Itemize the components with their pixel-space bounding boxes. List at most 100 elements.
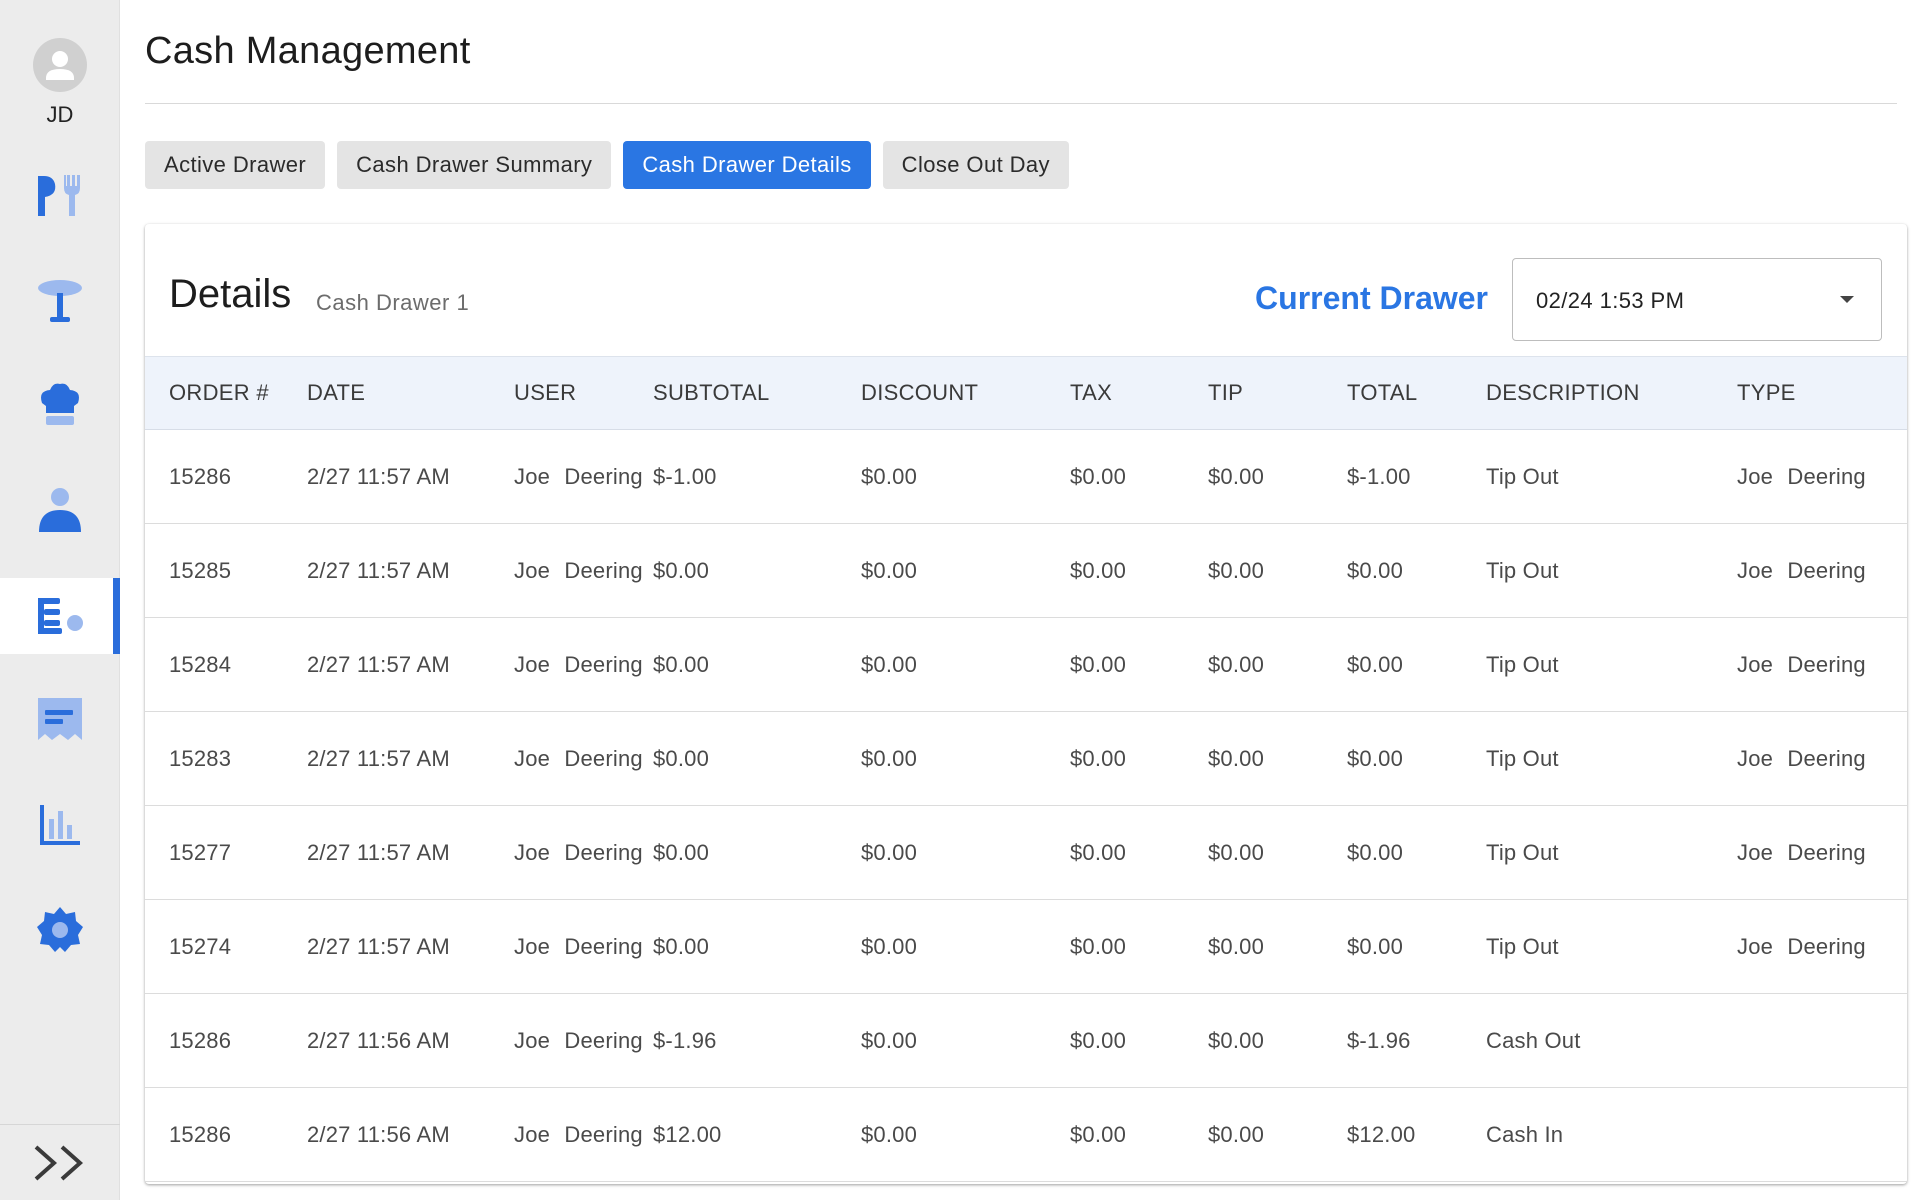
column-header-tip[interactable]: TIP bbox=[1184, 357, 1323, 430]
drawer-select-value: 02/24 1:53 PM bbox=[1536, 288, 1685, 313]
tab-cash-drawer-summary[interactable]: Cash Drawer Summary bbox=[337, 141, 612, 189]
cell-date: 2/27 11:57 AM bbox=[307, 651, 450, 677]
cell-discount: $0.00 bbox=[861, 745, 918, 771]
table-row[interactable]: 15283 2/27 11:57 AM Joe Deering $0.00 $0… bbox=[145, 712, 1907, 806]
cell-user: Joe Deering bbox=[514, 745, 643, 771]
sidebar-item-orders[interactable] bbox=[0, 682, 120, 758]
tab-active-drawer[interactable]: Active Drawer bbox=[145, 141, 326, 189]
tab-cash-drawer-details[interactable]: Cash Drawer Details bbox=[623, 141, 871, 189]
column-header-user[interactable]: USER bbox=[490, 357, 629, 430]
column-header-discount[interactable]: DISCOUNT bbox=[837, 357, 1046, 430]
cell-description: Tip Out bbox=[1486, 933, 1559, 959]
cell-subtotal: $0.00 bbox=[653, 933, 710, 959]
table-header-row: ORDER # DATE USER SUBTOTAL DISCOUNT TAX … bbox=[145, 356, 1907, 430]
utensils-icon bbox=[38, 175, 80, 216]
cell-total: $-1.00 bbox=[1347, 463, 1411, 489]
sidebar-item-cash-management[interactable] bbox=[0, 578, 120, 654]
column-header-order[interactable]: ORDER # bbox=[145, 357, 283, 430]
table-row[interactable]: 15277 2/27 11:57 AM Joe Deering $0.00 $0… bbox=[145, 806, 1907, 900]
cell-total: $12.00 bbox=[1347, 1121, 1416, 1147]
cell-total: $0.00 bbox=[1347, 933, 1404, 959]
cell-type: Joe Deering bbox=[1737, 651, 1866, 677]
cell-order: 15286 bbox=[169, 1121, 232, 1147]
cell-date: 2/27 11:56 AM bbox=[307, 1121, 450, 1147]
column-header-tax[interactable]: TAX bbox=[1046, 357, 1184, 430]
cell-order: 15283 bbox=[169, 745, 232, 771]
cell-tax: $0.00 bbox=[1070, 1027, 1127, 1053]
sidebar-expand-button[interactable] bbox=[0, 1124, 120, 1200]
cell-total: $0.00 bbox=[1347, 557, 1404, 583]
cell-tax: $0.00 bbox=[1070, 745, 1127, 771]
cell-order: 15285 bbox=[169, 557, 232, 583]
user-profile[interactable]: JD bbox=[0, 38, 120, 128]
sidebar-item-kitchen[interactable] bbox=[0, 367, 120, 443]
cell-order: 15286 bbox=[169, 1027, 232, 1053]
drawer-select[interactable]: 02/24 1:53 PM bbox=[1512, 258, 1882, 341]
table-row[interactable]: 15284 2/27 11:57 AM Joe Deering $0.00 $0… bbox=[145, 618, 1907, 712]
cell-type: Joe Deering bbox=[1737, 745, 1866, 771]
cell-type: Joe Deering bbox=[1737, 463, 1866, 489]
gear-icon bbox=[37, 907, 83, 952]
cell-date: 2/27 11:57 AM bbox=[307, 745, 450, 771]
cell-discount: $0.00 bbox=[861, 839, 918, 865]
cell-user: Joe Deering bbox=[514, 557, 643, 583]
cell-description: Tip Out bbox=[1486, 745, 1559, 771]
cell-type: Joe Deering bbox=[1737, 557, 1866, 583]
column-header-subtotal[interactable]: SUBTOTAL bbox=[629, 357, 837, 430]
cell-date: 2/27 11:57 AM bbox=[307, 839, 450, 865]
cell-type bbox=[1713, 1088, 1907, 1182]
avatar-icon bbox=[33, 38, 87, 92]
cell-subtotal: $0.00 bbox=[653, 745, 710, 771]
cell-tax: $0.00 bbox=[1070, 557, 1127, 583]
table-row[interactable]: 15285 2/27 11:57 AM Joe Deering $0.00 $0… bbox=[145, 524, 1907, 618]
cell-type bbox=[1713, 994, 1907, 1088]
cell-subtotal: $0.00 bbox=[653, 557, 710, 583]
cell-tip: $0.00 bbox=[1208, 557, 1265, 583]
sidebar-item-employees[interactable] bbox=[0, 472, 120, 548]
column-header-type[interactable]: TYPE bbox=[1713, 357, 1907, 430]
cell-subtotal: $12.00 bbox=[653, 1121, 722, 1147]
cell-tip: $0.00 bbox=[1208, 933, 1265, 959]
cell-total: $0.00 bbox=[1347, 745, 1404, 771]
column-header-description[interactable]: DESCRIPTION bbox=[1462, 357, 1713, 430]
cell-tip: $0.00 bbox=[1208, 463, 1265, 489]
cell-subtotal: $0.00 bbox=[653, 651, 710, 677]
table-row[interactable]: 15274 2/27 11:57 AM Joe Deering $0.00 $0… bbox=[145, 900, 1907, 994]
cell-user: Joe Deering bbox=[514, 933, 643, 959]
cell-tip: $0.00 bbox=[1208, 839, 1265, 865]
details-card: Details Cash Drawer 1 Current Drawer 02/… bbox=[145, 224, 1907, 1184]
cell-order: 15274 bbox=[169, 933, 232, 959]
cell-discount: $0.00 bbox=[861, 1027, 918, 1053]
cell-description: Tip Out bbox=[1486, 839, 1559, 865]
user-initials: JD bbox=[46, 102, 74, 127]
cell-order: 15284 bbox=[169, 651, 232, 677]
person-icon bbox=[39, 488, 81, 532]
table-row[interactable]: 15286 2/27 11:56 AM Joe Deering $12.00 $… bbox=[145, 1088, 1907, 1182]
cell-total: $-1.96 bbox=[1347, 1027, 1411, 1053]
cell-user: Joe Deering bbox=[514, 839, 643, 865]
cell-tax: $0.00 bbox=[1070, 651, 1127, 677]
receipt-icon bbox=[38, 698, 82, 740]
cell-discount: $0.00 bbox=[861, 463, 918, 489]
column-header-date[interactable]: DATE bbox=[283, 357, 490, 430]
column-header-total[interactable]: TOTAL bbox=[1323, 357, 1462, 430]
cell-discount: $0.00 bbox=[861, 1121, 918, 1147]
cell-total: $0.00 bbox=[1347, 839, 1404, 865]
sidebar-item-menu[interactable] bbox=[0, 158, 120, 234]
cell-tax: $0.00 bbox=[1070, 1121, 1127, 1147]
page-title: Cash Management bbox=[145, 30, 471, 72]
sidebar-item-reports[interactable] bbox=[0, 787, 120, 863]
sidebar-item-settings[interactable] bbox=[0, 892, 120, 968]
drawer-name: Cash Drawer 1 bbox=[316, 290, 470, 315]
cell-user: Joe Deering bbox=[514, 1121, 643, 1147]
tab-close-out-day[interactable]: Close Out Day bbox=[882, 141, 1069, 189]
cell-date: 2/27 11:57 AM bbox=[307, 463, 450, 489]
cell-tax: $0.00 bbox=[1070, 933, 1127, 959]
sidebar-item-tables[interactable] bbox=[0, 263, 120, 339]
sidebar: JD bbox=[0, 0, 120, 1200]
cell-discount: $0.00 bbox=[861, 557, 918, 583]
cell-subtotal: $-1.96 bbox=[653, 1027, 717, 1053]
table-row[interactable]: 15286 2/27 11:57 AM Joe Deering $-1.00 $… bbox=[145, 430, 1907, 524]
table-row[interactable]: 15286 2/27 11:56 AM Joe Deering $-1.96 $… bbox=[145, 994, 1907, 1088]
cell-date: 2/27 11:57 AM bbox=[307, 557, 450, 583]
